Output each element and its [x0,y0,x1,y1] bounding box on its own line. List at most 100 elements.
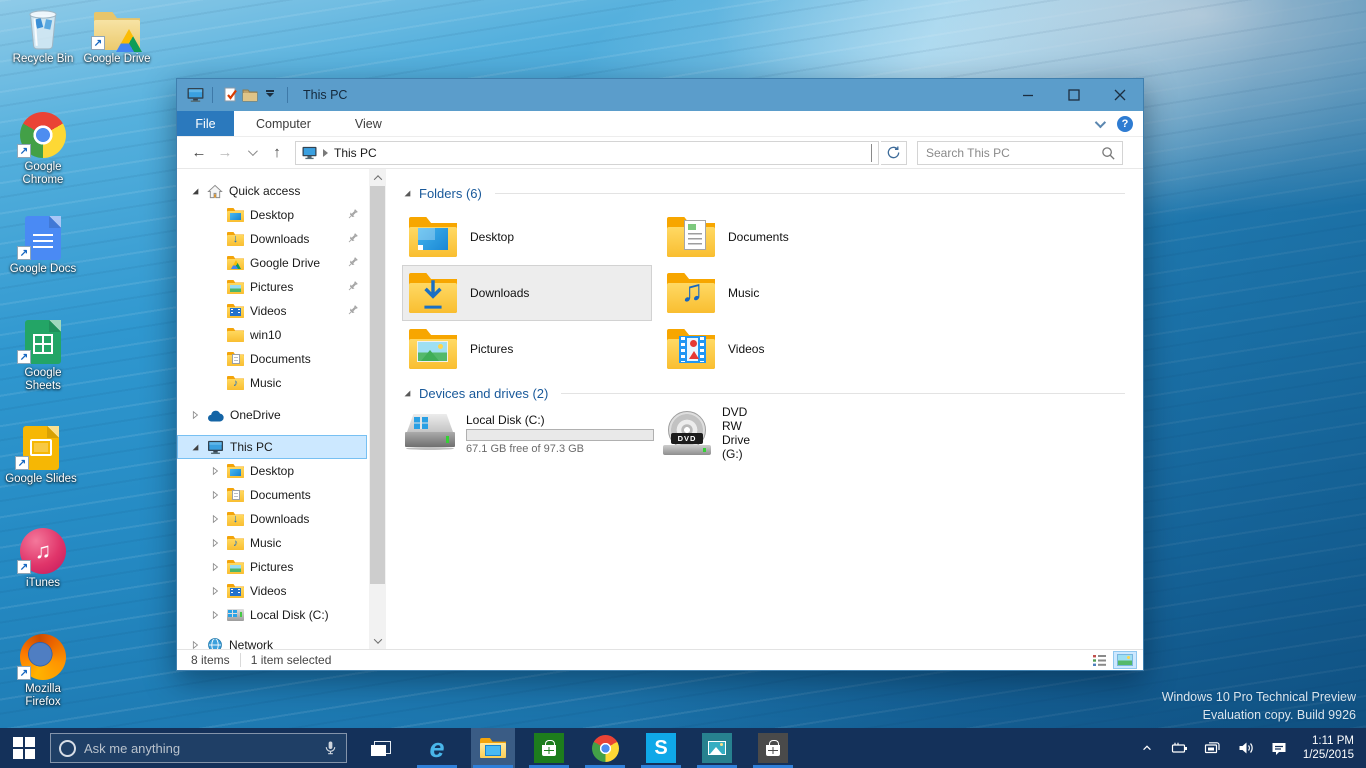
folder-tile-desktop[interactable]: Desktop [402,209,652,265]
taskbar-skype[interactable]: S [639,728,683,768]
sidebar-item-downloads-pc[interactable]: ↓ Downloads [177,507,369,531]
group-collapse-caret-icon[interactable] [402,188,412,198]
task-view-button[interactable] [359,728,403,768]
action-center-icon[interactable] [1270,739,1288,757]
qat-properties-button[interactable] [220,84,240,106]
sidebar-item-documents-qa[interactable]: Documents [177,347,369,371]
desktop-icon-itunes[interactable]: ♫ ↗ iTunes [4,528,82,590]
taskbar-search-input[interactable] [84,741,315,756]
taskbar-chrome[interactable] [583,728,627,768]
group-collapse-caret-icon[interactable] [402,388,412,398]
desktop-icon-label: Google Chrome [15,161,71,187]
desktop-icon-google-slides[interactable]: ↗ Google Slides [2,424,80,486]
cortana-search-box[interactable] [50,733,347,763]
sidebar-item-this-pc[interactable]: This PC [177,435,367,459]
desktop-icon-google-drive[interactable]: ↗ Google Drive [78,4,156,66]
help-icon[interactable]: ? [1117,116,1133,132]
microphone-icon[interactable] [323,740,338,756]
desktop-icon-recycle-bin[interactable]: Recycle Bin [4,4,82,66]
close-button[interactable] [1097,79,1143,111]
search-box[interactable] [917,141,1123,165]
taskbar-photos[interactable] [695,728,739,768]
breadcrumb[interactable]: This PC [334,146,377,160]
expanded-caret-icon[interactable] [189,442,201,452]
search-icon[interactable] [1101,146,1116,166]
search-input[interactable] [918,146,1122,160]
sidebar-item-quick-access[interactable]: Quick access [177,179,369,203]
title-bar[interactable]: This PC [177,79,1143,111]
scroll-down-arrow[interactable] [369,632,386,649]
taskbar-clock[interactable]: 1:11 PM 1/25/2015 [1303,734,1354,762]
collapsed-caret-icon[interactable] [209,538,221,548]
collapsed-caret-icon[interactable] [209,466,221,476]
scrollbar-thumb[interactable] [370,186,385,584]
sidebar-item-onedrive[interactable]: OneDrive [177,403,369,427]
scroll-up-arrow[interactable] [369,169,386,186]
forward-button[interactable]: → [213,141,237,165]
sidebar-item-desktop-pc[interactable]: Desktop [177,459,369,483]
sidebar-item-win10[interactable]: win10 [177,323,369,347]
desktop-icon-google-docs[interactable]: ↗ Google Docs [4,214,82,276]
show-hidden-icons-button[interactable] [1138,739,1156,757]
desktop-icon-google-sheets[interactable]: ↗ Google Sheets [4,318,82,393]
network-icon[interactable] [1204,739,1222,757]
desktop-icon-mozilla-firefox[interactable]: ↗ Mozilla Firefox [4,634,82,709]
sidebar-scrollbar[interactable] [369,169,386,649]
taskbar-internet-explorer[interactable]: e [415,728,459,768]
sidebar-item-videos-qa[interactable]: Videos [177,299,369,323]
sidebar-item-pictures-qa[interactable]: Pictures [177,275,369,299]
refresh-button[interactable] [881,141,907,165]
tab-view[interactable]: View [333,111,404,136]
expanded-caret-icon[interactable] [189,186,201,196]
address-bar[interactable]: This PC [295,141,879,165]
folder-tile-downloads[interactable]: Downloads [402,265,652,321]
sidebar-item-downloads-qa[interactable]: ↓ Downloads [177,227,369,251]
battery-icon[interactable] [1171,739,1189,757]
address-dropdown-icon[interactable] [871,144,872,162]
collapsed-caret-icon[interactable] [189,640,201,649]
group-header-folders[interactable]: Folders (6) [402,183,1125,203]
back-button[interactable]: ← [187,141,211,165]
taskbar-file-explorer[interactable] [471,728,515,768]
folder-tile-videos[interactable]: Videos [660,321,910,377]
tab-computer[interactable]: Computer [234,111,333,136]
details-view-button[interactable] [1087,651,1111,669]
sidebar-item-videos-pc[interactable]: Videos [177,579,369,603]
sidebar-item-local-disk[interactable]: Local Disk (C:) [177,603,369,627]
system-menu-computer-icon[interactable] [185,84,205,106]
collapsed-caret-icon[interactable] [209,562,221,572]
sidebar-item-network[interactable]: Network [177,633,369,649]
free-space-text: 67.1 GB free of 97.3 GB [466,443,654,455]
folder-tile-documents[interactable]: Documents [660,209,910,265]
sidebar-item-desktop-qa[interactable]: Desktop [177,203,369,227]
thumbnails-view-button[interactable] [1113,651,1137,669]
sidebar-item-music-qa[interactable]: ♪ Music [177,371,369,395]
minimize-button[interactable] [1005,79,1051,111]
drive-tile-dvd[interactable]: DVD DVD RW Drive (G:) [660,411,710,455]
collapsed-caret-icon[interactable] [209,490,221,500]
up-button[interactable]: ↑ [265,141,289,165]
start-button[interactable] [0,728,48,768]
qat-customize-dropdown[interactable] [260,84,280,106]
collapsed-caret-icon[interactable] [209,514,221,524]
taskbar-store-green[interactable] [527,728,571,768]
maximize-button[interactable] [1051,79,1097,111]
sidebar-item-google-drive[interactable]: Google Drive [177,251,369,275]
tab-file[interactable]: File [177,111,234,136]
sidebar-item-pictures-pc[interactable]: Pictures [177,555,369,579]
collapsed-caret-icon[interactable] [209,586,221,596]
folder-tile-pictures[interactable]: Pictures [402,321,652,377]
qat-new-folder-button[interactable] [240,84,260,106]
drive-tile-local-disk[interactable]: Local Disk (C:) 67.1 GB free of 97.3 GB [402,411,652,455]
sidebar-item-documents-pc[interactable]: Documents [177,483,369,507]
desktop-icon-google-chrome[interactable]: ↗ Google Chrome [4,112,82,187]
collapsed-caret-icon[interactable] [189,410,201,420]
collapsed-caret-icon[interactable] [209,610,221,620]
folder-tile-music[interactable]: ♫ Music [660,265,910,321]
expand-ribbon-chevron-icon[interactable] [1095,116,1106,127]
recent-locations-dropdown[interactable] [239,141,263,165]
volume-icon[interactable] [1237,739,1255,757]
taskbar-store-gray[interactable] [751,728,795,768]
sidebar-item-music-pc[interactable]: ♪ Music [177,531,369,555]
group-header-devices[interactable]: Devices and drives (2) [402,383,1125,403]
